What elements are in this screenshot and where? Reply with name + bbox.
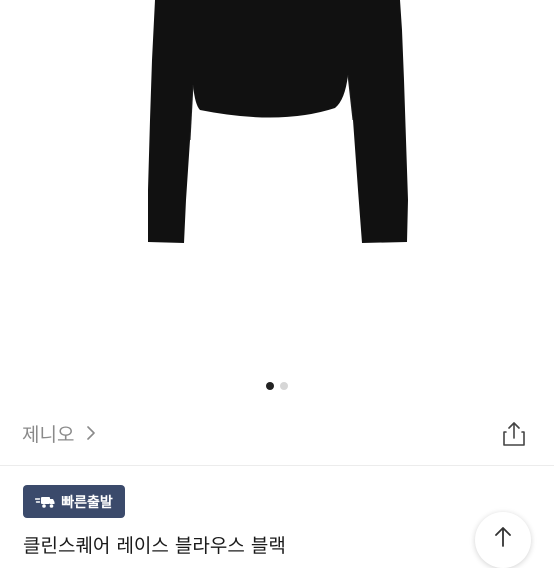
seller-link[interactable]: 제니오: [22, 421, 98, 446]
product-image[interactable]: [0, 0, 554, 402]
seller-row: 제니오: [0, 410, 554, 456]
chevron-right-icon: [87, 426, 96, 440]
arrow-up-icon: [495, 527, 511, 547]
pager-dot[interactable]: [280, 382, 288, 390]
share-icon[interactable]: [500, 420, 528, 448]
fast-delivery-badge: 빠른출발: [23, 485, 125, 518]
product-title: 클린스퀘어 레이스 블라우스 블랙: [23, 535, 286, 557]
image-pager: [0, 380, 554, 392]
pager-dot-active[interactable]: [266, 382, 274, 390]
product-photo: [148, 0, 408, 243]
badge-label: 빠른출발: [61, 494, 113, 511]
scroll-to-top-button[interactable]: [475, 512, 531, 568]
section-divider: [0, 465, 554, 466]
fast-delivery-icon: [35, 496, 55, 508]
seller-name: 제니오: [22, 423, 75, 446]
